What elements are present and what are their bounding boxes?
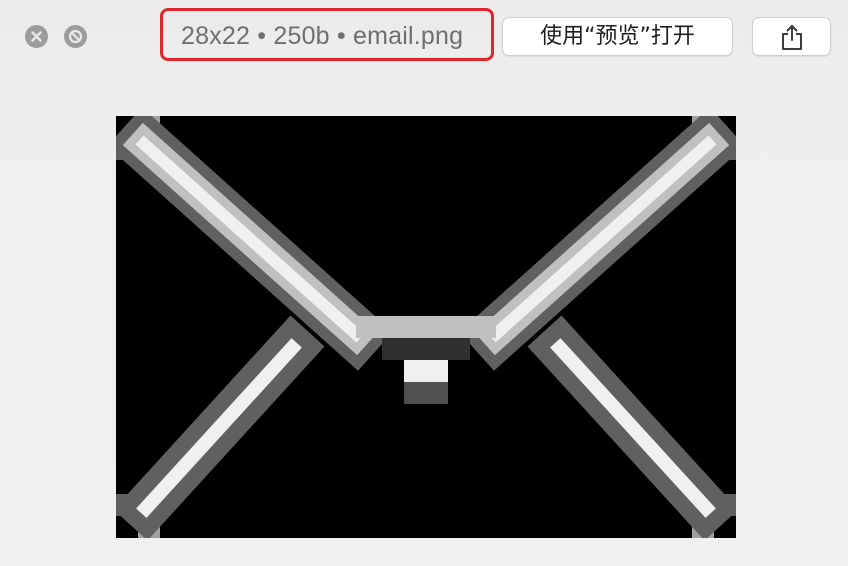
file-info-text: 28x22 • 250b • email.png bbox=[181, 22, 464, 50]
share-icon bbox=[782, 25, 802, 50]
quicklook-window: 28x22 • 250b • email.png 使用“预览”打开 bbox=[0, 0, 848, 566]
envelope-icon bbox=[116, 116, 736, 538]
title-bar: 28x22 • 250b • email.png 使用“预览”打开 bbox=[0, 0, 848, 72]
close-icon bbox=[31, 31, 42, 42]
share-button[interactable] bbox=[752, 17, 831, 56]
image-preview bbox=[116, 116, 736, 538]
fullscreen-disabled-icon bbox=[68, 29, 83, 44]
close-button[interactable] bbox=[25, 25, 48, 48]
file-info-highlight: 28x22 • 250b • email.png bbox=[160, 8, 494, 61]
fullscreen-button[interactable] bbox=[64, 25, 87, 48]
open-with-preview-button[interactable]: 使用“预览”打开 bbox=[502, 17, 733, 56]
